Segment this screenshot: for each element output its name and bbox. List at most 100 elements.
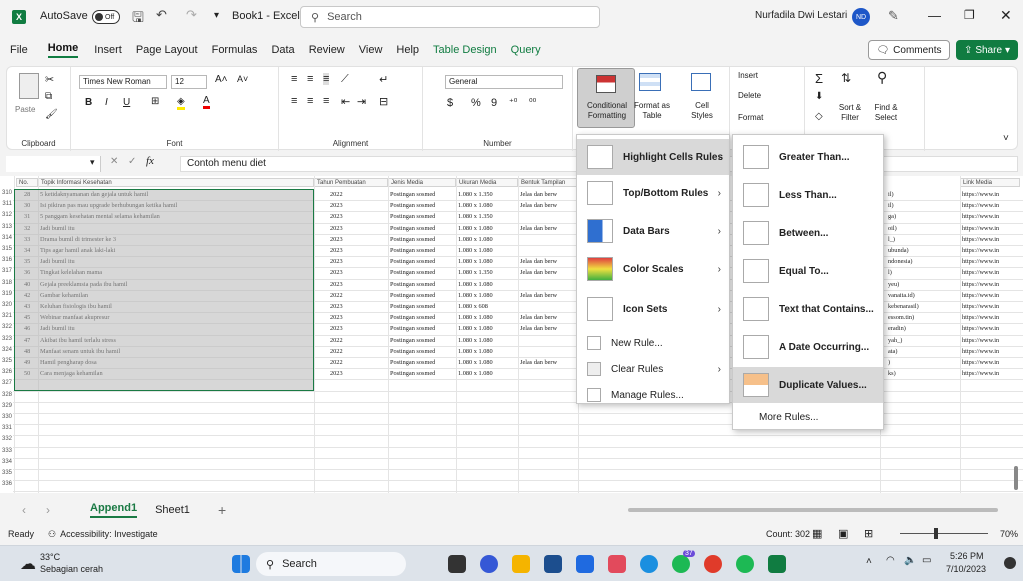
find-select-label[interactable]: Find & Select <box>869 103 903 123</box>
row-number[interactable]: 325 <box>0 358 13 364</box>
cell-display-form[interactable]: Jelas dan berw <box>520 224 576 233</box>
format-painter-icon[interactable]: 🖌 <box>45 109 58 120</box>
cell-display-form[interactable]: Jelas dan berw <box>520 201 576 210</box>
insert-function-icon[interactable]: fx <box>146 155 154 167</box>
cell-media-size[interactable]: 1.080 x 1.080 <box>458 235 493 244</box>
underline-icon[interactable]: U <box>123 97 130 108</box>
increase-decimal-icon[interactable]: ⁺⁰ <box>509 97 517 108</box>
cell-source[interactable]: il) <box>888 190 958 199</box>
cell-link[interactable]: https://www.in <box>962 358 999 367</box>
cell-display-form[interactable]: Jelas dan berw <box>520 268 576 277</box>
cell-link[interactable]: https://www.in <box>962 291 999 300</box>
restore-icon[interactable]: ❐ <box>964 8 975 22</box>
wifi-icon[interactable]: ◠ <box>886 555 895 566</box>
volume-icon[interactable]: 🔈 <box>904 555 916 566</box>
row-number[interactable]: 331 <box>0 425 13 431</box>
paste-icon[interactable] <box>19 73 39 99</box>
row-number[interactable]: 317 <box>0 268 13 274</box>
cell-media-type[interactable]: Postingan sosmed <box>390 201 435 210</box>
cf-menu-highlight-cells-rules[interactable]: Highlight Cells Rules › <box>577 139 729 175</box>
align-left-icon[interactable]: ≡ <box>291 95 297 107</box>
namebox-dropdown-icon[interactable]: ▾ <box>90 157 95 168</box>
cell-media-size[interactable]: 1.080 x 1.080 <box>458 369 493 378</box>
font-name-select[interactable]: Times New Roman <box>79 75 167 89</box>
cell-source[interactable]: ubunda) <box>888 246 958 255</box>
chrome-icon[interactable] <box>704 555 722 573</box>
next-sheet-icon[interactable]: › <box>46 503 50 517</box>
tray-chevron-icon[interactable]: ˄ <box>866 556 872 567</box>
tab-data[interactable]: Data <box>271 44 294 56</box>
cell-media-type[interactable]: Postingan sosmed <box>390 280 435 289</box>
cell-source[interactable]: kebenarasil) <box>888 302 958 311</box>
borders-icon[interactable]: ⊞ <box>151 96 159 107</box>
row-number[interactable]: 326 <box>0 369 13 375</box>
cf-menu-manage-rules[interactable]: Manage Rules... <box>577 383 729 407</box>
zoom-slider-thumb[interactable] <box>934 528 938 539</box>
cell-link[interactable]: https://www.in <box>962 190 999 199</box>
minimize-icon[interactable]: — <box>928 8 941 23</box>
cf-menu-top-bottom-rules[interactable]: Top/Bottom Rules › <box>577 175 729 211</box>
percent-icon[interactable]: % <box>471 97 481 109</box>
tab-insert[interactable]: Insert <box>94 44 122 56</box>
cell-media-size[interactable]: 1.080 x 1.080 <box>458 336 493 345</box>
cf-menu-clear-rules[interactable]: Clear Rules › <box>577 357 729 381</box>
cell-media-type[interactable]: Postingan sosmed <box>390 324 435 333</box>
align-center-icon[interactable]: ≡ <box>307 95 313 107</box>
vertical-scrollbar-thumb[interactable] <box>1014 466 1018 490</box>
cell-year[interactable]: 2023 <box>330 268 343 277</box>
redo-icon[interactable]: ↷ <box>186 7 197 23</box>
hc-menu-between[interactable]: Between... <box>733 215 883 251</box>
row-number[interactable]: 327 <box>0 380 13 386</box>
cell-media-type[interactable]: Postingan sosmed <box>390 246 435 255</box>
edge-icon[interactable] <box>640 555 658 573</box>
hc-menu-equal-to[interactable]: Equal To... <box>733 253 883 289</box>
cut-icon[interactable]: ✂ <box>45 73 54 86</box>
row-number[interactable]: 336 <box>0 481 13 487</box>
merge-center-icon[interactable]: ⊟ <box>379 95 388 108</box>
cell-media-type[interactable]: Postingan sosmed <box>390 369 435 378</box>
align-right-icon[interactable]: ≡ <box>323 95 329 107</box>
format-cells-button[interactable]: Format <box>738 113 763 122</box>
cell-source[interactable]: ks) <box>888 369 958 378</box>
add-sheet-icon[interactable]: + <box>218 502 226 518</box>
tab-table-design[interactable]: Table Design <box>433 44 497 56</box>
cell-link[interactable]: https://www.in <box>962 369 999 378</box>
header-media-type[interactable]: Jenis Media <box>388 178 456 187</box>
cell-year[interactable]: 2023 <box>330 302 343 311</box>
number-format-select[interactable]: General <box>445 75 563 89</box>
header-link-media[interactable]: Link Media <box>960 178 1020 187</box>
cell-media-type[interactable]: Postingan sosmed <box>390 302 435 311</box>
cell-link[interactable]: https://www.in <box>962 313 999 322</box>
prev-sheet-icon[interactable]: ‹ <box>22 503 26 517</box>
page-break-view-icon[interactable]: ⊞ <box>864 527 873 540</box>
name-box[interactable] <box>6 156 101 172</box>
cell-media-size[interactable]: 1.080 x 1.350 <box>458 268 493 277</box>
hc-menu-text-contains[interactable]: Text that Contains... <box>733 291 883 327</box>
row-number[interactable]: 310 <box>0 190 13 196</box>
cell-link[interactable]: https://www.in <box>962 257 999 266</box>
autosum-icon[interactable]: Σ <box>815 71 823 86</box>
header-display-form[interactable]: Bentuk Tampilan <box>518 178 578 187</box>
cell-year[interactable]: 2022 <box>330 291 343 300</box>
tab-formulas[interactable]: Formulas <box>212 44 258 56</box>
mcafee-icon[interactable] <box>608 555 626 573</box>
cell-display-form[interactable]: Jelas dan berw <box>520 291 576 300</box>
cell-year[interactable]: 2023 <box>330 313 343 322</box>
cell-media-size[interactable]: 1.080 x 1.350 <box>458 190 493 199</box>
zoom-level[interactable]: 70% <box>1000 529 1018 539</box>
cell-year[interactable]: 2023 <box>330 224 343 233</box>
cell-link[interactable]: https://www.in <box>962 212 999 221</box>
hc-menu-more-rules[interactable]: More Rules... <box>733 405 883 429</box>
cell-media-type[interactable]: Postingan sosmed <box>390 257 435 266</box>
header-no[interactable]: No. <box>16 178 38 187</box>
taskbar-search[interactable]: ⚲ Search <box>256 552 406 576</box>
cell-media-size[interactable]: 1.080 x 1.080 <box>458 291 493 300</box>
cell-media-size[interactable]: 1.080 x 1.080 <box>458 358 493 367</box>
cell-source[interactable]: ) <box>888 358 958 367</box>
cell-year[interactable]: 2023 <box>330 369 343 378</box>
cell-media-size[interactable]: 1.080 x 1.080 <box>458 347 493 356</box>
cell-media-type[interactable]: Postingan sosmed <box>390 313 435 322</box>
row-number[interactable]: 322 <box>0 324 13 330</box>
cell-media-size[interactable]: 1.080 x 608 <box>458 302 488 311</box>
cell-media-size[interactable]: 1.080 x 1.080 <box>458 224 493 233</box>
